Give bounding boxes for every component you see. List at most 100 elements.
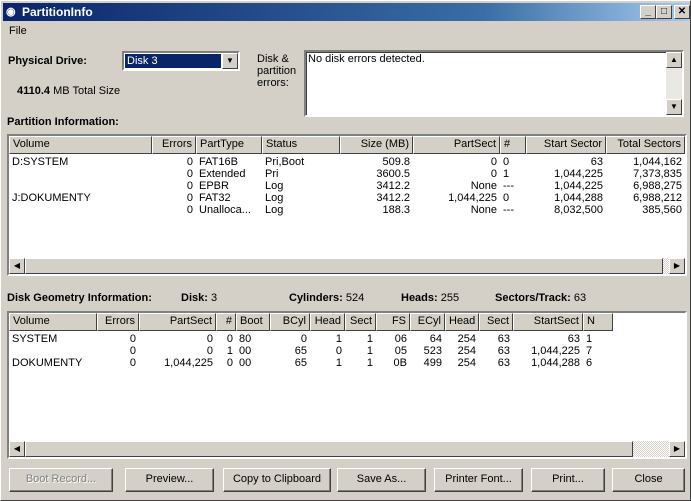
column-header[interactable]: Boot bbox=[236, 313, 270, 331]
table-cell: SYSTEM bbox=[12, 333, 58, 345]
preview-button[interactable]: Preview... bbox=[125, 468, 214, 492]
print-button[interactable]: Print... bbox=[531, 468, 605, 492]
column-header[interactable]: FS bbox=[376, 313, 410, 331]
table-cell: 1 bbox=[503, 168, 510, 180]
horizontal-scroll-thumb[interactable] bbox=[25, 441, 633, 457]
column-header[interactable]: Errors bbox=[97, 313, 139, 331]
printer-font-button[interactable]: Printer Font... bbox=[434, 468, 523, 492]
column-header[interactable]: Volume bbox=[9, 313, 97, 331]
geometry-disk-label: Disk: bbox=[181, 292, 208, 304]
column-header[interactable]: Volume bbox=[9, 136, 152, 154]
column-header[interactable]: BCyl bbox=[270, 313, 310, 331]
scroll-right-button[interactable]: ▶ bbox=[669, 441, 685, 457]
table-cell: DOKUMENTY bbox=[12, 357, 83, 369]
table-cell: FAT32 bbox=[199, 192, 231, 204]
column-header[interactable]: PartType bbox=[196, 136, 262, 154]
disk-errors-text: No disk errors detected. bbox=[308, 53, 425, 65]
table-cell: Pri bbox=[265, 168, 279, 180]
column-header[interactable]: # bbox=[500, 136, 526, 154]
close-button[interactable]: Close bbox=[612, 468, 685, 492]
disk-errors-box[interactable]: No disk errors detected. ▲ ▼ bbox=[304, 50, 684, 117]
table-cell: 63 bbox=[567, 333, 580, 345]
table-cell: --- bbox=[503, 180, 514, 192]
table-cell: FAT16B bbox=[199, 156, 238, 168]
table-row[interactable]: 0 Extended Pri 3600.5 0 1 1,044,225 7,373,835 bbox=[9, 168, 685, 180]
scroll-up-button[interactable]: ▲ bbox=[666, 52, 682, 68]
column-header[interactable]: Errors bbox=[152, 136, 196, 154]
total-size-suffix: MB Total Size bbox=[53, 85, 121, 97]
app-icon: ◉ bbox=[6, 6, 16, 18]
table-cell: 1,044,225 bbox=[164, 357, 213, 369]
column-header[interactable]: Sect bbox=[345, 313, 376, 331]
scroll-left-button[interactable]: ◀ bbox=[9, 258, 25, 274]
table-cell: 05 bbox=[394, 345, 407, 357]
column-header[interactable]: Total Sectors bbox=[606, 136, 685, 154]
physical-drive-label: Physical Drive: bbox=[8, 55, 87, 67]
column-header[interactable]: # bbox=[216, 313, 236, 331]
table-cell: Unalloca... bbox=[199, 204, 251, 216]
table-cell: 1 bbox=[366, 357, 373, 369]
total-size: 4110.4 MB Total Size bbox=[17, 85, 120, 97]
column-header[interactable]: N bbox=[583, 313, 613, 331]
close-window-button[interactable]: ✕ bbox=[674, 5, 690, 19]
table-cell: 0 bbox=[490, 156, 497, 168]
physical-drive-select[interactable]: Disk 3 ▼ bbox=[122, 51, 240, 71]
table-cell: 254 bbox=[457, 357, 476, 369]
table-cell: 1 bbox=[586, 333, 593, 345]
column-header[interactable]: Head bbox=[310, 313, 345, 331]
column-header[interactable]: Status bbox=[262, 136, 340, 154]
scroll-right-button[interactable]: ▶ bbox=[669, 258, 685, 274]
column-header[interactable]: Head bbox=[445, 313, 479, 331]
copy-to-clipboard-button[interactable]: Copy to Clipboard bbox=[223, 468, 331, 492]
table-row[interactable]: 0 Unalloca... Log 188.3 None --- 8,032,500 385,… bbox=[9, 204, 685, 216]
menu-file[interactable]: File bbox=[5, 25, 33, 37]
geometry-disk-value: 3 bbox=[210, 292, 218, 304]
table-row[interactable]: SYSTEM 0 0 0 80 0 1 1 06 64 254 63 63 1 bbox=[9, 333, 685, 345]
table-cell: 3412.2 bbox=[376, 192, 410, 204]
table-cell: 1,044,288 bbox=[531, 357, 580, 369]
table-cell: Extended bbox=[199, 168, 246, 180]
table-cell: 63 bbox=[497, 357, 510, 369]
column-header[interactable]: Start Sector bbox=[526, 136, 606, 154]
column-header[interactable]: Sect bbox=[479, 313, 513, 331]
column-header[interactable]: Size (MB) bbox=[340, 136, 413, 154]
save-as-button[interactable]: Save As... bbox=[337, 468, 426, 492]
table-cell: 0 bbox=[129, 333, 136, 345]
table-row[interactable]: D:SYSTEM 0 FAT16B Pri,Boot 509.8 0 0 63 1,044,16… bbox=[9, 156, 685, 168]
table-cell: 0B bbox=[393, 357, 407, 369]
table-row[interactable]: 0 0 1 00 65 0 1 05 523 254 63 1,044,225 7 bbox=[9, 345, 685, 357]
table-row[interactable]: DOKUMENTY 0 1,044,225 0 00 65 1 1 0B 499 254 63 1,04… bbox=[9, 357, 685, 369]
partition-list[interactable]: Volume Errors PartType Status Size (MB) PartS… bbox=[7, 134, 687, 276]
table-cell: J:DOKUMENTY bbox=[12, 192, 91, 204]
scroll-left-button[interactable]: ◀ bbox=[9, 441, 25, 457]
table-cell: 0 bbox=[300, 333, 307, 345]
column-header[interactable]: PartSect bbox=[413, 136, 500, 154]
chevron-down-icon[interactable]: ▼ bbox=[222, 53, 238, 69]
geometry-list[interactable]: Volume Errors PartSect # Boot BCyl Head Sect FS E… bbox=[7, 311, 687, 459]
table-cell: 1 bbox=[226, 345, 233, 357]
geometry-spt-value: 63 bbox=[573, 292, 587, 304]
maximize-button[interactable]: □ bbox=[656, 5, 672, 19]
table-cell: 1 bbox=[366, 345, 373, 357]
column-header[interactable]: ECyl bbox=[410, 313, 445, 331]
horizontal-scroll-thumb[interactable] bbox=[25, 258, 663, 274]
boot-record-button[interactable]: Boot Record... bbox=[9, 468, 113, 492]
table-cell: 523 bbox=[423, 345, 442, 357]
table-cell: 0 bbox=[226, 357, 233, 369]
table-cell: 0 bbox=[186, 192, 193, 204]
table-cell: 6 bbox=[586, 357, 593, 369]
minimize-button[interactable]: _ bbox=[640, 5, 656, 19]
table-row[interactable]: 0 EPBR Log 3412.2 None --- 1,044,225 6,988,275 bbox=[9, 180, 685, 192]
column-header[interactable]: StartSect bbox=[513, 313, 583, 331]
table-cell bbox=[12, 180, 149, 192]
title-bar[interactable]: ◉ PartitionInfo _ □ ✕ bbox=[3, 3, 690, 21]
table-cell: 0 bbox=[186, 180, 193, 192]
table-cell: 65 bbox=[294, 357, 307, 369]
scroll-track[interactable] bbox=[666, 68, 682, 99]
geometry-spt-label: Sectors/Track: bbox=[495, 292, 571, 304]
table-cell: Log bbox=[265, 180, 284, 192]
scroll-down-button[interactable]: ▼ bbox=[666, 99, 682, 115]
column-header[interactable]: PartSect bbox=[139, 313, 216, 331]
table-row[interactable]: J:DOKUMENTY 0 FAT32 Log 3412.2 1,044,225 0 1,04… bbox=[9, 192, 685, 204]
horizontal-scroll-gap[interactable] bbox=[633, 441, 669, 457]
